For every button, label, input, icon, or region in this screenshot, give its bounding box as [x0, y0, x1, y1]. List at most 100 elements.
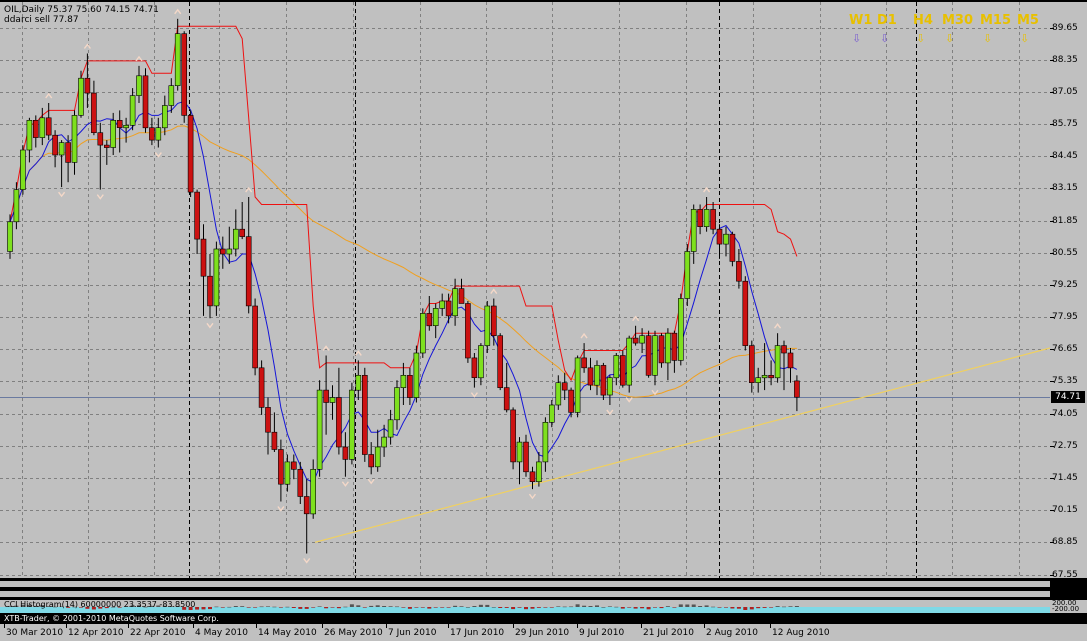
ma-fast-line [9, 100, 798, 484]
timeframe-label: M5 [1017, 13, 1039, 28]
candle-body [284, 461, 291, 485]
indicator-bar [427, 607, 432, 609]
indicator-bar [782, 606, 786, 608]
indicator-bar [298, 607, 303, 609]
indicator-bar [575, 604, 580, 607]
time-tick-label: 30 Mar 2010 [6, 628, 64, 638]
time-tick-mark [256, 624, 257, 628]
indicator-bar [453, 605, 458, 607]
indicator-bar [530, 607, 535, 609]
candle-body [729, 233, 736, 262]
time-tick-mark [704, 624, 705, 628]
fractal-up-marker [580, 332, 588, 339]
candle-body [349, 389, 355, 460]
indicator-bar [362, 607, 367, 608]
candle-body [290, 461, 297, 470]
time-tick-mark [128, 624, 129, 628]
indicator-bar [562, 606, 567, 608]
time-tick-mark [386, 624, 387, 628]
fractal-down-marker [58, 191, 66, 198]
candle-body [252, 305, 258, 369]
candle-body [155, 127, 162, 141]
time-tick-label: 26 May 2010 [324, 628, 383, 638]
empty-subwindow-1[interactable] [0, 580, 1050, 588]
indicator-bar [349, 604, 354, 607]
candle-body [684, 251, 691, 299]
candle-body [619, 355, 626, 386]
fractal-down-marker [96, 194, 104, 200]
indicator-bar [678, 604, 683, 607]
price-tick-label: 71.45 [1052, 473, 1078, 483]
indicator-bar [201, 607, 206, 610]
indicator-bar [762, 607, 767, 608]
price-chart-pane[interactable]: OIL,Daily 75.37 75.60 74.15 74.71 ddarci… [0, 2, 1050, 578]
indicator-bar [627, 607, 632, 608]
fractal-up-marker [773, 323, 782, 329]
indicator-bar [698, 606, 703, 607]
indicator-bar [743, 607, 748, 610]
candle-body [361, 374, 368, 455]
candle-body [465, 303, 471, 359]
time-tick-label: 21 Jul 2010 [643, 628, 694, 638]
candle-body [613, 355, 620, 379]
candle-body [52, 134, 58, 156]
candle-body [355, 374, 362, 391]
candle-body [407, 374, 413, 398]
candle-body [104, 144, 110, 148]
chart-header-indicator: ddarci sell 77.87 [4, 15, 79, 25]
candle-body [303, 496, 310, 515]
fractal-down-marker [206, 322, 214, 329]
candle-body [387, 419, 394, 438]
price-tick-label: 79.25 [1052, 280, 1078, 290]
indicator-bar [369, 605, 374, 607]
candle-body [426, 313, 433, 327]
down-arrow-icon: ⇩ [983, 32, 993, 45]
indicator-bar [291, 607, 296, 608]
indicator-bar [691, 604, 696, 607]
candle-body [13, 189, 20, 223]
candle-body [336, 397, 342, 448]
indicator-bar [543, 607, 548, 608]
indicator-bar [711, 606, 716, 608]
time-tick-mark [193, 624, 194, 628]
price-tick-label: 83.15 [1052, 183, 1078, 193]
time-tick-label: 2 Aug 2010 [706, 628, 758, 638]
fractal-up-marker [83, 43, 91, 49]
indicator-axis-min: -200.00 [1052, 605, 1080, 613]
candle-body [690, 209, 697, 252]
candle-body [794, 380, 800, 398]
indicator-subwindow[interactable]: CCI Histogram(14) 60000000 23.3537 -83.8… [0, 600, 1050, 613]
indicator-bar [775, 606, 780, 607]
empty-subwindow-2[interactable] [0, 590, 1050, 598]
candle-body [600, 365, 607, 396]
candle-body [671, 332, 678, 361]
candle-body [445, 300, 452, 317]
candle-body [162, 105, 168, 129]
candle-body [568, 389, 574, 413]
fractal-up-marker [354, 350, 362, 356]
candle-body [71, 115, 78, 163]
candle-body [484, 305, 491, 346]
candle-body [516, 441, 523, 463]
indicator-bar [582, 605, 587, 607]
candle-body [265, 407, 271, 433]
candle-body [755, 377, 762, 384]
fractal-down-marker [277, 506, 285, 512]
terminal-window: OIL,Daily 75.37 75.60 74.15 74.71 ddarci… [0, 0, 1087, 641]
candle-body [510, 409, 516, 463]
candle-body [400, 374, 407, 388]
indicator-bar [633, 607, 638, 609]
indicator-bar [646, 607, 651, 610]
time-tick-mark [4, 624, 5, 628]
candle-body [742, 280, 749, 346]
price-chart-canvas[interactable] [0, 2, 1050, 578]
candle-body [7, 221, 13, 252]
indicator-bar [304, 607, 309, 609]
candle-body [271, 431, 278, 450]
candle-body [452, 288, 458, 317]
indicator-bar [259, 606, 264, 608]
candle-body [32, 120, 39, 138]
candle-body [78, 77, 84, 116]
indicator-bar [607, 606, 612, 607]
candle-body [278, 449, 284, 485]
